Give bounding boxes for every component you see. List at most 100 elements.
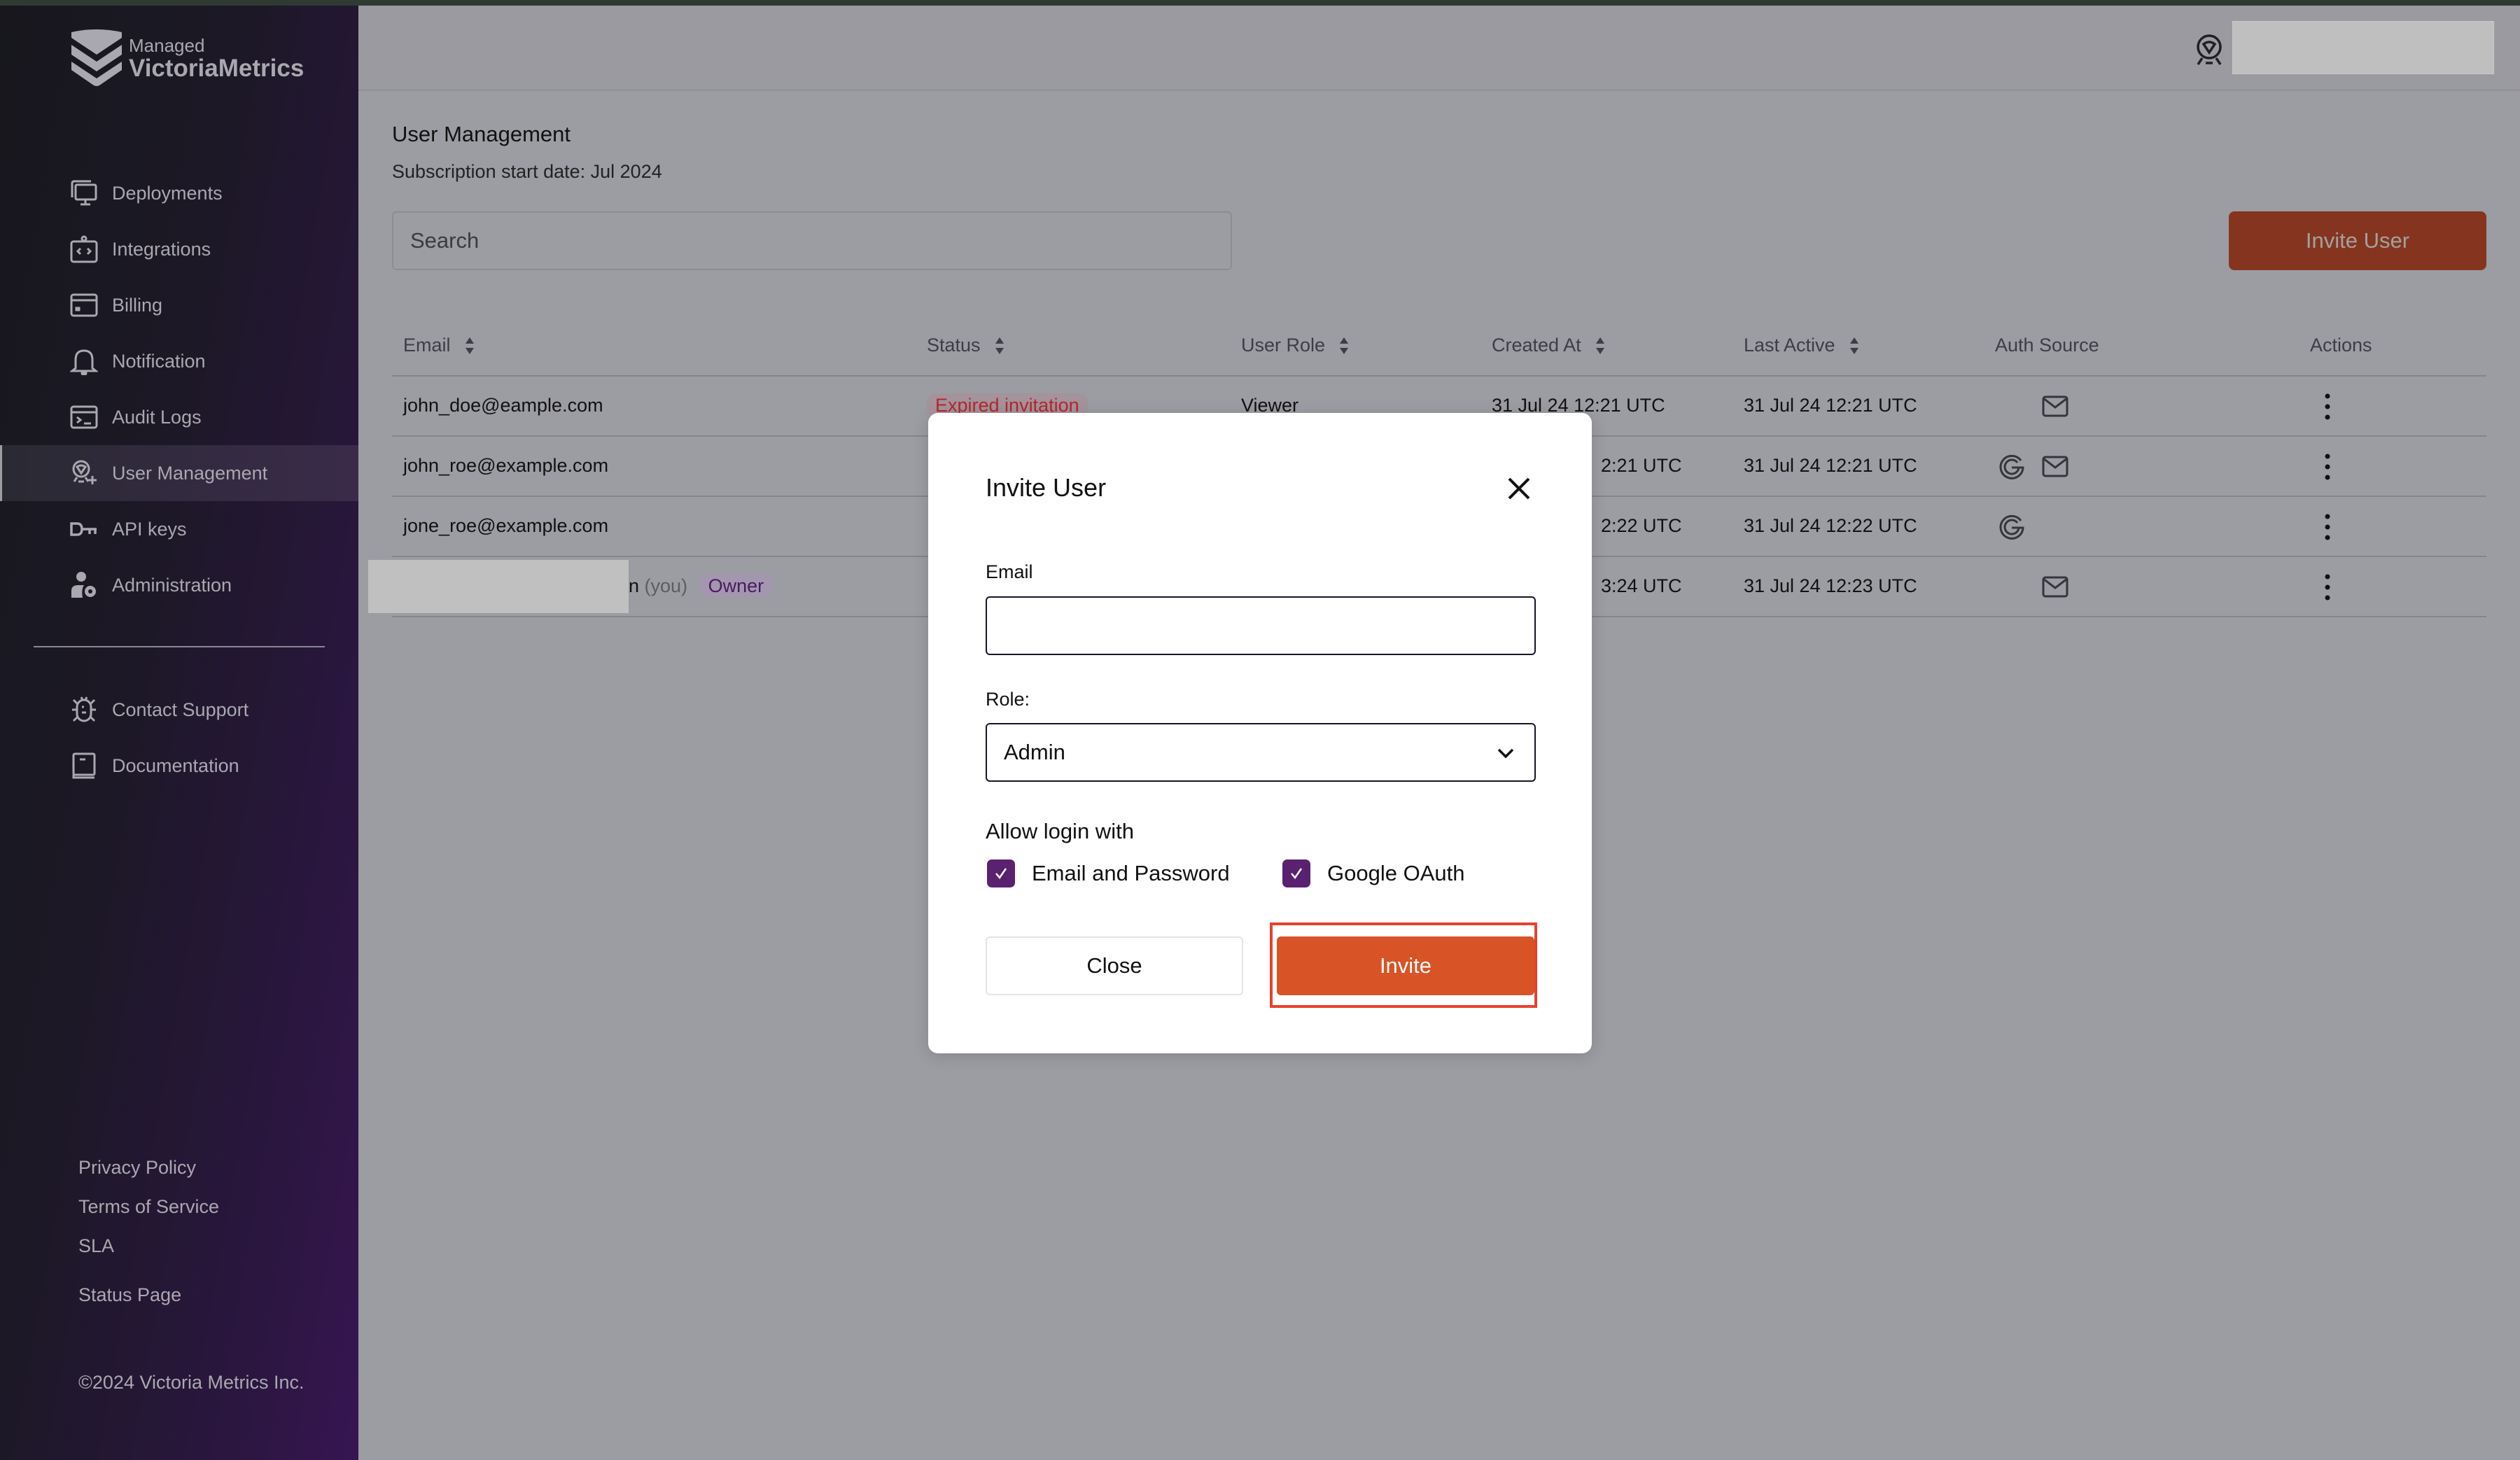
google-icon xyxy=(1999,514,2024,540)
last-active: 31 Jul 24 12:21 UTC xyxy=(1744,395,1917,416)
column-header-email[interactable]: Email xyxy=(403,335,475,356)
sidebar-item-label: Billing xyxy=(112,294,163,316)
redacted-email xyxy=(368,560,629,613)
allow-login-label: Allow login with xyxy=(986,819,1134,843)
role-label: Role: xyxy=(986,689,1030,710)
sidebar-item-documentation[interactable]: Documentation xyxy=(0,738,358,794)
row-actions-menu-icon[interactable] xyxy=(2320,574,2334,601)
checkbox-checked[interactable] xyxy=(1282,859,1310,887)
row-actions-menu-icon[interactable] xyxy=(2320,514,2334,540)
sidebar-item-label: Administration xyxy=(112,574,232,596)
key-icon xyxy=(70,515,98,543)
user-gear-icon xyxy=(70,571,98,599)
user-email: john_roe@example.com xyxy=(403,455,609,476)
subscription-start-date: Subscription start date: Jul 2024 xyxy=(392,161,662,182)
sidebar-item-user-management[interactable]: User Management xyxy=(0,445,358,501)
email-icon xyxy=(2042,395,2068,417)
email-password-checkbox[interactable]: Email and Password xyxy=(987,859,1230,887)
sidebar-item-label: Deployments xyxy=(112,182,223,204)
created-at: 3:24 UTC xyxy=(1601,575,1682,596)
sort-icon xyxy=(995,337,1004,354)
table-header: Email Status User Role Created At Last A… xyxy=(392,315,2486,377)
sidebar-item-administration[interactable]: Administration xyxy=(0,557,358,613)
victoriametrics-logo-icon xyxy=(71,29,122,86)
email-label: Email xyxy=(986,561,1033,582)
auth-source xyxy=(1998,392,2085,420)
logo[interactable]: Managed VictoriaMetrics xyxy=(69,28,304,88)
user-email-current: n (you) Owner xyxy=(629,574,774,598)
sort-icon xyxy=(1595,337,1604,354)
invite-user-button[interactable]: Invite User xyxy=(2229,211,2486,270)
sidebar-item-label: API keys xyxy=(112,518,187,540)
auth-source xyxy=(1998,452,2085,480)
sidebar-item-notification[interactable]: Notification xyxy=(0,333,358,389)
column-header-status[interactable]: Status xyxy=(927,335,1004,356)
sidebar-item-billing[interactable]: Billing xyxy=(0,277,358,333)
modal-title: Invite User xyxy=(986,473,1107,502)
row-actions-menu-icon[interactable] xyxy=(2320,454,2334,480)
terms-of-service-link[interactable]: Terms of Service xyxy=(78,1196,219,1218)
user-email: jone_roe@example.com xyxy=(403,515,609,536)
window-top-strip xyxy=(0,0,2520,6)
close-icon[interactable] xyxy=(1502,472,1536,505)
terminal-icon xyxy=(70,403,98,431)
integration-code-icon xyxy=(70,235,98,263)
checkmark-icon xyxy=(1291,868,1303,880)
sidebar-item-integrations[interactable]: Integrations xyxy=(0,221,358,277)
sidebar-item-deployments[interactable]: Deployments xyxy=(0,165,358,221)
sla-link[interactable]: SLA xyxy=(78,1235,114,1257)
role-select[interactable]: Admin xyxy=(986,723,1536,782)
invite-button[interactable]: Invite xyxy=(1277,936,1534,995)
sidebar-item-contact-support[interactable]: Contact Support xyxy=(0,682,358,738)
column-header-auth-source: Auth Source xyxy=(1995,335,2099,356)
google-oauth-checkbox[interactable]: Google OAuth xyxy=(1282,859,1464,887)
bell-icon xyxy=(70,347,98,375)
column-header-user-role[interactable]: User Role xyxy=(1241,335,1349,356)
page-title: User Management xyxy=(392,122,571,146)
sidebar-item-label: User Management xyxy=(112,462,268,484)
owner-badge: Owner xyxy=(698,574,774,598)
book-icon xyxy=(70,752,98,780)
sidebar-item-label: Notification xyxy=(112,350,206,372)
sidebar-divider xyxy=(34,646,325,647)
column-header-created-at[interactable]: Created At xyxy=(1492,335,1605,356)
google-icon xyxy=(1999,454,2024,479)
you-label: (you) xyxy=(644,575,688,596)
created-at: 2:21 UTC xyxy=(1601,455,1682,476)
column-header-actions: Actions xyxy=(2310,335,2372,356)
invite-user-modal: Invite User Email Role: Admin Allow logi… xyxy=(928,413,1592,1053)
logo-brand-text: VictoriaMetrics xyxy=(129,54,304,82)
user-badge-icon[interactable] xyxy=(2194,34,2225,66)
row-actions-menu-icon[interactable] xyxy=(2320,393,2334,420)
checkbox-checked[interactable] xyxy=(987,859,1015,887)
last-active: 31 Jul 24 12:21 UTC xyxy=(1744,455,1917,476)
sidebar-item-label: Contact Support xyxy=(112,699,249,720)
last-active: 31 Jul 24 12:23 UTC xyxy=(1744,575,1917,596)
user-email: john_doe@eample.com xyxy=(403,395,603,416)
checkmark-icon xyxy=(995,868,1007,880)
logo-managed-text: Managed xyxy=(129,34,205,56)
auth-source xyxy=(1998,512,2041,540)
sidebar-nav: Deployments Integrations Billing Notific… xyxy=(0,165,358,613)
sort-icon xyxy=(1340,337,1349,354)
email-field[interactable] xyxy=(986,596,1536,655)
role-selected-value: Admin xyxy=(1004,740,1065,764)
status-page-link[interactable]: Status Page xyxy=(78,1284,181,1306)
sidebar-item-audit-logs[interactable]: Audit Logs xyxy=(0,389,358,445)
sort-icon xyxy=(465,337,474,354)
email-icon xyxy=(2042,576,2068,598)
sidebar-secondary-nav: Contact Support Documentation xyxy=(0,682,358,794)
user-email-suffix: n xyxy=(629,575,640,596)
column-header-last-active[interactable]: Last Active xyxy=(1744,335,1859,356)
close-button[interactable]: Close xyxy=(986,936,1243,995)
sidebar-item-api-keys[interactable]: API keys xyxy=(0,501,358,557)
search-input[interactable] xyxy=(392,211,1232,270)
credit-card-icon xyxy=(70,291,98,319)
created-at: 2:22 UTC xyxy=(1601,515,1682,536)
sidebar-item-label: Audit Logs xyxy=(112,406,202,428)
chevron-down-icon xyxy=(1497,748,1514,759)
sidebar-item-label: Documentation xyxy=(112,754,239,776)
privacy-policy-link[interactable]: Privacy Policy xyxy=(78,1157,196,1179)
last-active: 31 Jul 24 12:22 UTC xyxy=(1744,515,1917,536)
user-menu-redacted[interactable] xyxy=(2232,21,2494,74)
